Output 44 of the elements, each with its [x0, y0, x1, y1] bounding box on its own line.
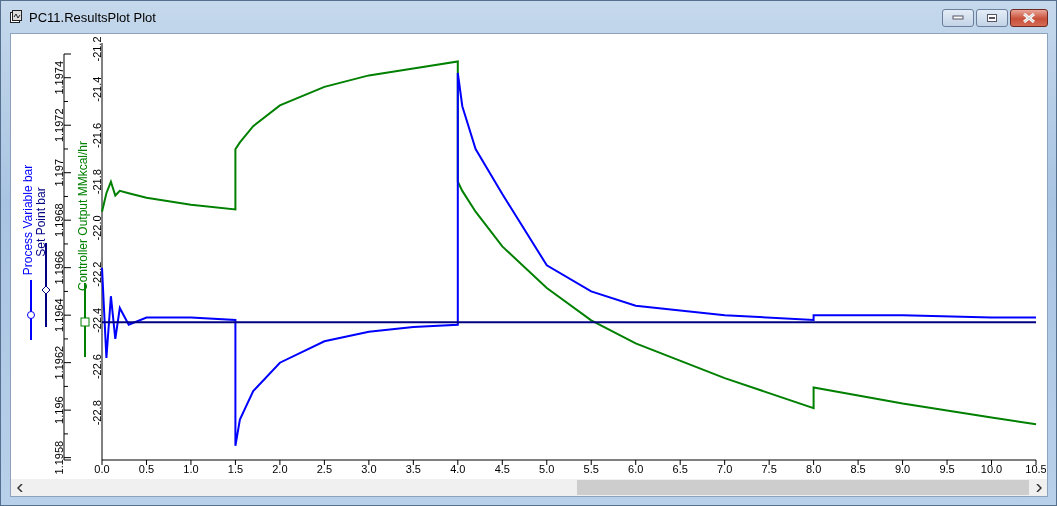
axis-tick-label: 3.0 — [361, 463, 377, 475]
axis-tick-label: -21.2 — [91, 36, 103, 62]
axis-tick-label: 5.5 — [583, 463, 599, 475]
axis-tick-label: -22.6 — [91, 354, 103, 380]
legend-label: Controller Output MMkcal/hr — [76, 141, 90, 291]
axis-tick-label: -22.4 — [91, 307, 103, 333]
axis-tick-label: -21.4 — [91, 76, 103, 102]
window-title: PC11.ResultsPlot Plot — [29, 9, 157, 25]
axis-tick-label: -21.6 — [91, 122, 103, 148]
axis-tick-label: 1.1962 — [53, 345, 65, 380]
axis-tick-label: 8.5 — [850, 463, 866, 475]
axis-tick-label: 1.1966 — [53, 250, 65, 285]
axis-tick-label: 1.1972 — [53, 108, 65, 143]
axis-tick-label: -22.8 — [91, 400, 103, 426]
legend-label: Process Variable bar — [21, 164, 35, 276]
axis-tick-label: 7.5 — [761, 463, 777, 475]
axis-tick-label: 2.5 — [316, 463, 333, 475]
axis-tick-label: 5.0 — [539, 463, 555, 475]
axis-tick-label: 7.0 — [717, 463, 733, 475]
axis-tick-label: 1.0 — [183, 463, 199, 475]
axis-tick-label: 10.0 — [980, 463, 1003, 475]
axis-tick-label: 2.0 — [272, 463, 288, 475]
axis-tick-label: -22.2 — [91, 261, 103, 287]
axis-tick-label: 6.5 — [672, 463, 688, 475]
axis-tick-label: 9.5 — [939, 463, 955, 475]
axis-tick-label: 10.5 — [1025, 463, 1046, 475]
axis-tick-label: 0.0 — [94, 463, 110, 475]
axis-tick-label: 1.1968 — [53, 203, 65, 238]
axis-tick-label: 1.197 — [53, 158, 65, 187]
legend-label: Set Point bar — [34, 187, 48, 257]
axis-tick-label: 1.1964 — [53, 298, 65, 332]
axis-tick-label: 1.1958 — [53, 440, 65, 475]
axis-tick-label: 8.0 — [805, 463, 822, 475]
axis-tick-label: 3.5 — [405, 463, 421, 475]
axis-tick-label: 9.0 — [894, 463, 911, 475]
axis-tick-label: -22.0 — [91, 215, 103, 241]
axis-tick-label: 4.5 — [494, 463, 510, 475]
axis-tick-label: 0.5 — [138, 463, 155, 475]
axis-tick-label: 6.0 — [628, 463, 644, 475]
axis-tick-label: -21.8 — [91, 169, 103, 195]
axis-tick-label: 1.196 — [53, 396, 65, 424]
axis-tick-label: 4.0 — [450, 463, 466, 475]
axis-tick-label: 1.5 — [227, 463, 244, 475]
axis-tick-label: 1.1974 — [53, 60, 65, 95]
